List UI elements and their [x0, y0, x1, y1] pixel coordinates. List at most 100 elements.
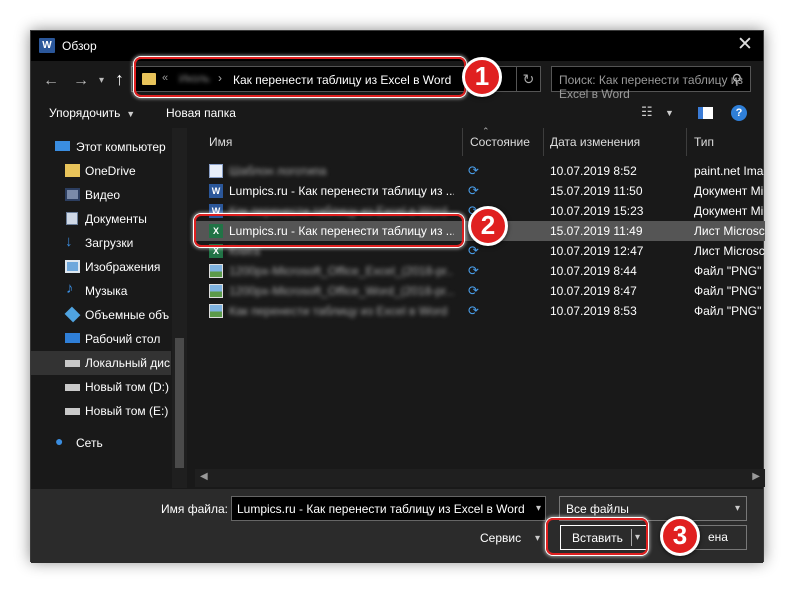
sidebar-item-label: Рабочий стол — [85, 332, 161, 346]
file-date: 10.07.2019 12:47 — [550, 244, 644, 258]
bottom-panel: Имя файла: Lumpics.ru - Как перенести та… — [31, 489, 763, 563]
sidebar-item-downloads[interactable]: ↓ Загрузки — [31, 231, 171, 255]
file-name: Шаблон логотипа — [229, 164, 327, 178]
3d-objects-icon — [64, 306, 81, 323]
column-header-name[interactable]: Имя — [209, 135, 232, 163]
sidebar-item-pictures[interactable]: Изображения — [31, 255, 171, 279]
sidebar-item-label: Локальный дис — [85, 356, 170, 370]
window-title: Обзор — [62, 39, 97, 53]
view-options-icon[interactable]: ☷ — [641, 104, 653, 120]
chevron-down-icon[interactable]: ▾ — [536, 503, 541, 514]
column-divider[interactable] — [462, 128, 463, 156]
scroll-right-icon[interactable]: ▶ — [752, 471, 760, 482]
filename-input[interactable]: Lumpics.ru - Как перенести таблицу из Ex… — [231, 496, 546, 521]
table-row[interactable]: 1200px-Microsoft_Office_Word_(2018-pr...… — [195, 281, 765, 301]
word-app-icon: W — [39, 38, 55, 53]
cancel-label: ена — [708, 530, 728, 544]
sidebar-scrollbar-thumb[interactable] — [175, 338, 184, 468]
forward-arrow-icon[interactable]: → — [73, 72, 89, 90]
close-button[interactable]: ✕ — [727, 31, 763, 61]
sidebar-item-label: Новый том (D:) — [85, 380, 169, 394]
file-name: Как перенести таблицу из Excel в Word — [229, 304, 448, 318]
file-type: Документ Mi — [694, 204, 764, 218]
sync-icon: ⟳ — [468, 183, 479, 198]
file-date: 15.07.2019 11:50 — [550, 184, 643, 198]
image-icon — [209, 264, 223, 278]
horizontal-scrollbar[interactable]: ◀ ▶ — [195, 469, 765, 487]
file-type: Файл "PNG" — [694, 284, 762, 298]
sidebar-item-this-pc[interactable]: Этот компьютер — [31, 135, 171, 159]
table-row[interactable]: Как перенести таблицу из Excel в Word ⟳ … — [195, 301, 765, 321]
column-header-date[interactable]: Дата изменения — [550, 135, 640, 163]
chevron-down-icon: ▾ — [734, 503, 740, 514]
documents-icon — [66, 212, 78, 225]
sidebar-item-music[interactable]: ♪ Музыка — [31, 279, 171, 303]
callout-badge-1: 1 — [462, 57, 502, 97]
command-toolbar: Упорядочить ▼ Новая папка ☷ ▼ ? — [31, 99, 763, 127]
sync-icon: ⟳ — [468, 163, 479, 178]
chevron-down-icon[interactable]: ▾ — [535, 533, 540, 544]
file-date: 15.07.2019 11:49 — [550, 224, 643, 238]
column-divider[interactable] — [543, 128, 544, 156]
organize-label: Упорядочить — [49, 106, 121, 120]
table-row[interactable]: W Lumpics.ru - Как перенести таблицу из … — [195, 181, 765, 201]
sidebar-item-onedrive[interactable]: OneDrive — [31, 159, 171, 183]
file-name: Lumpics.ru - Как перенести таблицу из ..… — [229, 184, 454, 198]
column-header-type[interactable]: Тип — [694, 135, 714, 163]
sidebar-item-label: Загрузки — [85, 236, 134, 250]
view-dropdown-icon[interactable]: ▼ — [665, 108, 674, 118]
image-icon — [209, 304, 223, 318]
sidebar-item-label: OneDrive — [85, 164, 136, 178]
sidebar-item-video[interactable]: Видео — [31, 183, 171, 207]
filename-label: Имя файла: — [161, 502, 228, 516]
up-arrow-icon[interactable]: ↑ — [115, 69, 124, 90]
sidebar-item-documents[interactable]: Документы — [31, 207, 171, 231]
file-type: Лист Microsc — [694, 244, 765, 258]
paintnet-icon — [209, 164, 223, 178]
callout-insert-highlight — [546, 518, 648, 555]
search-input[interactable]: Поиск: Как перенести таблицу из Excel в … — [551, 66, 751, 101]
callout-badge-3: 3 — [660, 516, 700, 556]
drive-icon — [65, 360, 80, 367]
file-list: ⌃ Имя Состояние Дата изменения Тип Шабло… — [195, 126, 765, 488]
recent-dropdown-icon[interactable]: ▾ — [99, 75, 104, 86]
refresh-button[interactable]: ↻ — [516, 66, 541, 92]
column-divider[interactable] — [686, 128, 687, 156]
file-name: 1200px-Microsoft_Office_Word_(2018-pr... — [229, 284, 454, 298]
back-arrow-icon[interactable]: ← — [43, 72, 59, 90]
desktop-icon — [65, 333, 80, 343]
file-type: paint.net Ima — [694, 164, 764, 178]
callout-file-highlight — [194, 214, 464, 247]
sidebar-item-drive-d[interactable]: Новый том (D:) — [31, 375, 171, 399]
organize-button[interactable]: Упорядочить ▼ — [49, 106, 135, 120]
sidebar-item-label: Документы — [85, 212, 147, 226]
preview-pane-icon[interactable] — [698, 107, 713, 119]
sidebar-item-network[interactable]: ● Сеть — [31, 431, 171, 455]
sidebar-item-local-disk[interactable]: Локальный дис — [31, 351, 171, 375]
file-type: Файл "PNG" — [694, 304, 762, 318]
sidebar-item-desktop[interactable]: Рабочий стол — [31, 327, 171, 351]
file-type: Лист Microsc — [694, 224, 765, 238]
file-date: 10.07.2019 8:47 — [550, 284, 637, 298]
sidebar-scrollbar[interactable] — [172, 128, 187, 488]
word-doc-icon: W — [209, 184, 223, 198]
table-row[interactable]: 1200px-Microsoft_Office_Excel_(2018-pr..… — [195, 261, 765, 281]
column-header-status[interactable]: Состояние — [470, 135, 530, 163]
table-row[interactable]: Шаблон логотипа ⟳ 10.07.2019 8:52 paint.… — [195, 161, 765, 181]
sidebar-item-3d-objects[interactable]: Объемные объ — [31, 303, 171, 327]
music-icon: ♪ — [66, 280, 74, 297]
scroll-left-icon[interactable]: ◀ — [200, 471, 208, 482]
new-folder-button[interactable]: Новая папка — [166, 106, 236, 120]
sidebar-item-label: Видео — [85, 188, 121, 202]
help-icon[interactable]: ? — [731, 105, 747, 121]
file-date: 10.07.2019 8:52 — [550, 164, 637, 178]
file-date: 10.07.2019 15:23 — [550, 204, 644, 218]
sync-icon: ⟳ — [468, 303, 479, 318]
chevron-down-icon: ▼ — [123, 109, 136, 119]
filename-value: Lumpics.ru - Как перенести таблицу из Ex… — [237, 502, 525, 516]
tools-menu[interactable]: Сервис — [480, 531, 521, 545]
callout-badge-2: 2 — [468, 206, 508, 246]
download-icon: ↓ — [65, 233, 73, 250]
network-icon: ● — [55, 433, 64, 449]
sidebar-item-drive-e[interactable]: Новый том (E:) — [31, 399, 171, 423]
